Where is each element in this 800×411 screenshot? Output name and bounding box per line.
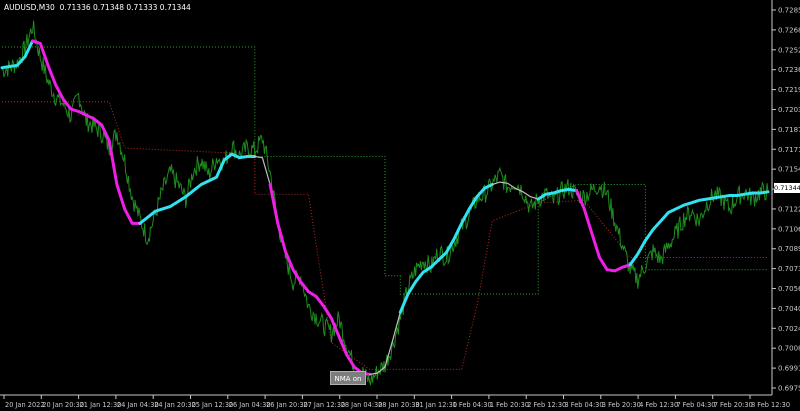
y-tick-label: 0.70730 <box>778 265 800 273</box>
x-tick-label: 20 Jan 20:30 <box>42 401 84 409</box>
x-tick-label: 4 Feb 12:30 <box>639 401 678 409</box>
x-tick-label: 26 Jan 20:30 <box>266 401 308 409</box>
y-tick-label: 0.70405 <box>778 305 800 313</box>
ma-segment-flat <box>491 181 539 200</box>
x-tick-label: 25 Jan 12:30 <box>192 401 234 409</box>
price-axis: 0.72850 0.72685 0.72525 0.72360 0.72195 0.720… <box>771 0 800 395</box>
y-tick-label: 0.72850 <box>778 7 800 15</box>
y-tick-label: 0.69755 <box>778 385 800 393</box>
y-tick-label: 0.70240 <box>778 325 800 333</box>
y-tick-label: 0.72035 <box>778 106 800 114</box>
y-tick-label: 0.72195 <box>778 86 800 94</box>
price-line <box>1 20 769 386</box>
ma-segment-flat <box>369 311 401 375</box>
x-tick-label: 3 Feb 20:30 <box>602 401 641 409</box>
time-axis: 20 Jan 202220 Jan 20:3021 Jan 12:3024 Ja… <box>0 394 790 409</box>
ma-segment-up <box>628 190 770 267</box>
y-tick-label: 0.70565 <box>778 285 800 293</box>
symbol-label: AUDUSD,M30 <box>4 3 55 12</box>
y-tick-label: 0.71870 <box>778 126 800 134</box>
y-tick-label: 0.71545 <box>778 166 800 174</box>
ma-segment-down <box>107 139 142 225</box>
y-tick-label: 0.71710 <box>778 146 800 154</box>
x-tick-label: 31 Jan 12:30 <box>415 401 457 409</box>
x-tick-label: 20 Jan 2022 <box>5 401 45 409</box>
x-tick-label: 3 Feb 04:30 <box>565 401 604 409</box>
x-tick-label: 2 Feb 12:30 <box>527 401 566 409</box>
stop-up-line <box>2 46 768 295</box>
x-tick-label: 28 Jan 20:30 <box>378 401 420 409</box>
ma-segment-up <box>398 183 494 314</box>
x-tick-label: 27 Jan 12:30 <box>303 401 345 409</box>
y-tick-label: 0.69915 <box>778 365 800 373</box>
price-chart: 0.72850 0.72685 0.72525 0.72360 0.72195 0.720… <box>0 0 800 409</box>
x-tick-label: 7 Feb 20:30 <box>714 401 753 409</box>
y-tick-label: 0.70080 <box>778 345 800 353</box>
x-tick-label: 24 Jan 20:30 <box>154 401 196 409</box>
ma-segment-down <box>268 183 372 376</box>
x-tick-label: 1 Feb 04:30 <box>453 401 492 409</box>
ohlc-prices: 0.71336 0.71348 0.71333 0.71344 <box>59 3 191 12</box>
ma-segment-down <box>31 39 111 143</box>
x-tick-label: 26 Jan 04:30 <box>229 401 271 409</box>
x-tick-label: 24 Jan 04:30 <box>117 401 159 409</box>
y-tick-label: 0.72360 <box>778 66 800 74</box>
nma-toggle-button[interactable]: NMA on <box>330 371 366 385</box>
y-tick-label: 0.71060 <box>778 225 800 233</box>
y-tick-label: 0.72525 <box>778 46 800 54</box>
current-price-label: 0.71344 <box>774 183 800 193</box>
x-tick-label: 28 Jan 04:30 <box>341 401 383 409</box>
y-tick-label: 0.70895 <box>778 245 800 253</box>
x-tick-label: 8 Feb 12:30 <box>751 401 790 409</box>
y-tick-label: 0.71220 <box>778 205 800 213</box>
y-tick-label: 0.72685 <box>778 26 800 34</box>
x-tick-label: 7 Feb 04:30 <box>676 401 715 409</box>
x-tick-label: 1 Feb 20:30 <box>490 401 529 409</box>
stop-down-line <box>2 101 768 370</box>
plot-area <box>0 20 770 386</box>
chart-symbol-header: AUDUSD,M30 0.71336 0.71348 0.71333 0.713… <box>4 3 191 12</box>
x-tick-label: 21 Jan 12:30 <box>80 401 122 409</box>
